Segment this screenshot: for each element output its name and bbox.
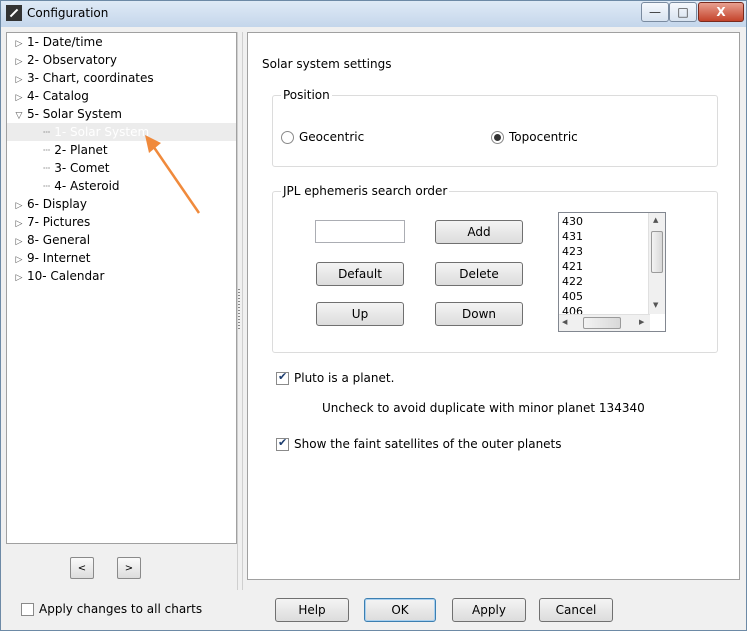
ephemeris-input[interactable] bbox=[315, 220, 405, 243]
list-item[interactable]: 423 bbox=[562, 244, 583, 259]
radio-on-icon bbox=[491, 130, 504, 144]
tree-item-display[interactable]: ▷ 6- Display bbox=[7, 195, 87, 213]
list-item[interactable]: 421 bbox=[562, 259, 583, 274]
tree-item-asteroid[interactable]: ┄ 4- Asteroid bbox=[7, 177, 120, 195]
checkbox-unchecked-icon bbox=[21, 602, 34, 616]
splitter-grip[interactable] bbox=[238, 289, 240, 329]
topocentric-radio[interactable]: Topocentric bbox=[491, 130, 578, 144]
cancel-button[interactable]: Cancel bbox=[539, 598, 613, 622]
down-button[interactable]: Down bbox=[435, 302, 523, 326]
checkbox-checked-icon bbox=[276, 370, 289, 385]
settings-panel: Solar system settings Position Geocentri… bbox=[247, 32, 740, 580]
add-button[interactable]: Add bbox=[435, 220, 523, 244]
annotation-arrow-icon bbox=[145, 135, 201, 214]
config-tree[interactable]: ▷ 1- Date/time ▷ 2- Observatory ▷ 3- Chart,… bbox=[6, 32, 237, 544]
position-legend: Position bbox=[281, 88, 332, 102]
apply-all-charts-checkbox[interactable]: Apply changes to all charts bbox=[21, 602, 202, 616]
page-title: Solar system settings bbox=[262, 57, 392, 71]
close-button[interactable]: X bbox=[698, 2, 744, 22]
maximize-button[interactable]: □ bbox=[669, 2, 697, 22]
delete-button[interactable]: Delete bbox=[435, 262, 523, 286]
list-item[interactable]: 431 bbox=[562, 229, 583, 244]
tree-item-date-time[interactable]: ▷ 1- Date/time bbox=[7, 33, 103, 51]
tree-item-comet[interactable]: ┄ 3- Comet bbox=[7, 159, 110, 177]
minimize-button[interactable]: — bbox=[641, 2, 669, 22]
list-horizontal-scrollbar[interactable]: ◀ ▶ bbox=[559, 314, 650, 331]
tree-item-catalog[interactable]: ▷ 4- Catalog bbox=[7, 87, 89, 105]
list-item[interactable]: 430 bbox=[562, 214, 583, 229]
pluto-checkbox[interactable]: Pluto is a planet. bbox=[276, 370, 394, 385]
scroll-thumb[interactable] bbox=[583, 317, 621, 329]
prev-page-button[interactable]: < bbox=[70, 557, 94, 579]
app-icon bbox=[6, 5, 22, 21]
tree-item-observatory[interactable]: ▷ 2- Observatory bbox=[7, 51, 117, 69]
scroll-thumb[interactable] bbox=[651, 231, 663, 273]
up-button[interactable]: Up bbox=[316, 302, 404, 326]
jpl-legend: JPL ephemeris search order bbox=[281, 184, 450, 198]
ephemeris-list[interactable]: 430 431 423 421 422 405 406 ▲ ▼ ◀ ▶ bbox=[558, 212, 666, 332]
list-item[interactable]: 422 bbox=[562, 274, 583, 289]
geocentric-radio[interactable]: Geocentric bbox=[281, 130, 364, 144]
jpl-group: JPL ephemeris search order Add Default D… bbox=[272, 184, 718, 353]
tree-item-pictures[interactable]: ▷ 7- Pictures bbox=[7, 213, 91, 231]
expand-icon[interactable]: ▷ bbox=[13, 269, 25, 287]
scroll-right-icon[interactable]: ▶ bbox=[639, 318, 644, 326]
tree-item-calendar[interactable]: ▷ 10- Calendar bbox=[7, 267, 105, 287]
list-item[interactable]: 405 bbox=[562, 289, 583, 304]
tree-item-internet[interactable]: ▷ 9- Internet bbox=[7, 249, 91, 267]
scroll-left-icon[interactable]: ◀ bbox=[562, 318, 567, 326]
ok-button[interactable]: OK bbox=[364, 598, 436, 622]
radio-off-icon bbox=[281, 130, 294, 144]
pluto-note: Uncheck to avoid duplicate with minor pl… bbox=[322, 401, 645, 415]
default-button[interactable]: Default bbox=[316, 262, 404, 286]
position-group: Position Geocentric Topocentric bbox=[272, 88, 718, 167]
scroll-up-icon[interactable]: ▲ bbox=[653, 216, 658, 224]
list-vertical-scrollbar[interactable]: ▲ ▼ bbox=[648, 213, 665, 314]
tree-item-general[interactable]: ▷ 8- General bbox=[7, 231, 91, 249]
tree-item-solar-system[interactable]: ▽ 5- Solar System bbox=[7, 105, 122, 123]
tree-item-planet[interactable]: ┄ 2- Planet bbox=[7, 141, 108, 159]
apply-button[interactable]: Apply bbox=[452, 598, 526, 622]
window-title: Configuration bbox=[27, 6, 109, 20]
next-page-button[interactable]: > bbox=[117, 557, 141, 579]
checkbox-checked-icon bbox=[276, 436, 289, 451]
tree-item-chart-coordinates[interactable]: ▷ 3- Chart, coordinates bbox=[7, 69, 154, 87]
configuration-window: Configuration — □ X ▷ 1- Date/time ▷ 2- Ob… bbox=[0, 0, 747, 631]
help-button[interactable]: Help bbox=[275, 598, 349, 622]
scroll-down-icon[interactable]: ▼ bbox=[653, 301, 658, 309]
title-bar[interactable]: Configuration — □ X bbox=[1, 1, 746, 27]
faint-satellites-checkbox[interactable]: Show the faint satellites of the outer p… bbox=[276, 436, 562, 451]
